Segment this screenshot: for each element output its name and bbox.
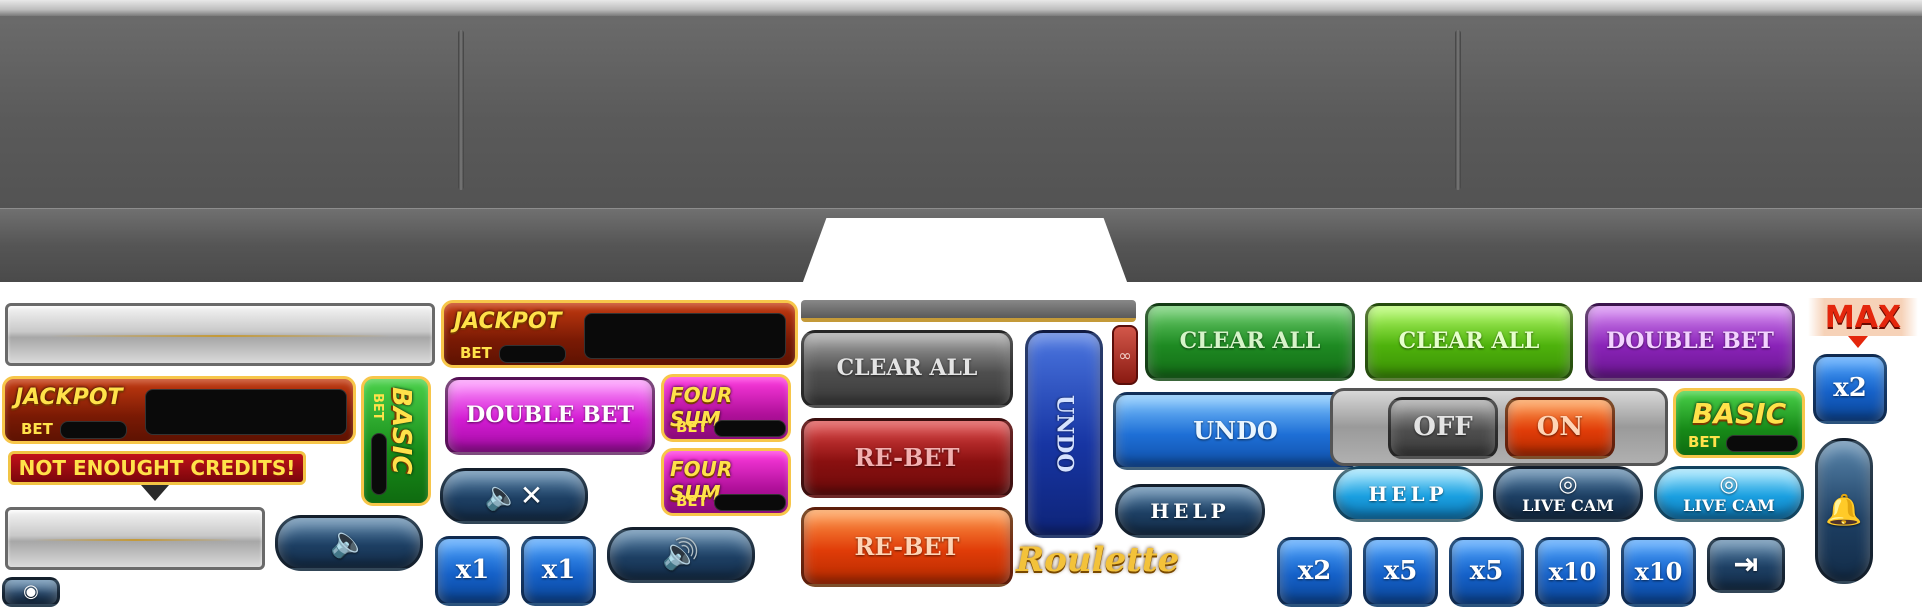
x10-label-1: x10 (1548, 557, 1597, 587)
bell-button[interactable]: 🔔 (1815, 438, 1873, 584)
four-sum-slot-2 (714, 494, 786, 511)
jackpot-title: JACKPOT (15, 385, 123, 410)
x2-label: x2 (1297, 556, 1332, 587)
clear-all-button-green[interactable]: CLEAR ALL (1145, 303, 1355, 381)
jackpot-badge-left: JACKPOT BET (2, 376, 356, 444)
jackpot-bet-label-2: BET (460, 344, 492, 362)
roulette-logo: Roulette (1016, 540, 1180, 580)
exit-icon: ⇥ (1733, 547, 1759, 583)
link-button[interactable]: ∞ (1112, 325, 1138, 385)
multiplier-x2-button[interactable]: x2 (1277, 537, 1352, 607)
speaker-icon: 🔈 (330, 525, 368, 561)
panel-divider-left (458, 30, 464, 190)
help-button-navy[interactable]: HELP (1115, 484, 1265, 538)
x1-label-2: x1 (541, 555, 576, 586)
live-cam-button-cyan[interactable]: ◎ LIVE CAM (1654, 466, 1804, 522)
undo-button-blue[interactable]: UNDO (1113, 392, 1358, 470)
eye-button[interactable]: ◉ (2, 577, 60, 607)
not-enough-credits-banner: NOT ENOUGHT CREDITS! (8, 451, 306, 485)
silver-bar-large (5, 303, 435, 366)
basic-bet-vertical[interactable]: BASIC BET (361, 376, 431, 506)
max-arrow (1848, 336, 1868, 348)
jackpot-bet-slot (60, 421, 127, 439)
x5-label-2: x5 (1469, 556, 1504, 587)
x5-label-1: x5 (1383, 556, 1418, 587)
basic-bet-label-vertical: BET (370, 393, 385, 421)
speaker-button-1[interactable]: 🔈 (275, 515, 423, 571)
off-on-toggle[interactable]: OFF ON (1330, 388, 1668, 466)
speaker-mute-icon: 🔈✕ (484, 479, 544, 513)
rebet-button-orange[interactable]: RE-BET (801, 507, 1013, 587)
basic-title: BASIC (1692, 397, 1787, 430)
warning-tail (141, 485, 169, 501)
top-panel-bevel (0, 0, 1922, 16)
panel-divider-right (1455, 30, 1461, 190)
help-label-cyan: HELP (1368, 481, 1448, 506)
help-button-cyan[interactable]: HELP (1333, 466, 1483, 522)
basic-bet-slot-vertical (371, 433, 387, 495)
basic-bet-label: BET (1688, 433, 1720, 451)
off-button[interactable]: OFF (1388, 397, 1498, 459)
four-sum-bet-label-1: BET (676, 418, 708, 436)
four-sum-badge-2: FOUR SUM BET (661, 448, 791, 516)
double-bet-button-magenta[interactable]: DOUBLE BET (445, 377, 655, 455)
four-sum-bet-label-2: BET (676, 492, 708, 510)
jackpot-value-slot-2 (584, 313, 786, 359)
live-cam-label-navy: LIVE CAM (1522, 496, 1614, 516)
multiplier-x1-button-2[interactable]: x1 (521, 536, 596, 606)
live-cam-button-navy[interactable]: ◎ LIVE CAM (1493, 466, 1643, 522)
jackpot-badge-right: JACKPOT BET (441, 300, 798, 368)
undo-label-vertical: UNDO (1051, 395, 1078, 473)
x2-label-top: x2 (1833, 373, 1867, 404)
speaker-sound-icon: 🔊 (662, 537, 700, 573)
multiplier-x5-button-1[interactable]: x5 (1363, 537, 1438, 607)
basic-bet-horizontal: BASIC BET (1673, 388, 1805, 458)
basic-title-vertical: BASIC (386, 387, 416, 475)
multiplier-x10-button-1[interactable]: x10 (1535, 537, 1610, 607)
gold-trim-bar (801, 300, 1136, 322)
exit-button[interactable]: ⇥ (1707, 537, 1785, 593)
clear-all-button-grey[interactable]: CLEAR ALL (801, 330, 1013, 408)
rebet-button-red[interactable]: RE-BET (801, 418, 1013, 498)
silver-bar-small (5, 507, 265, 570)
max-label: MAX (1824, 299, 1902, 335)
clear-all-button-lime[interactable]: CLEAR ALL (1365, 303, 1573, 381)
mute-button[interactable]: 🔈✕ (440, 468, 588, 524)
multiplier-x2-button-top[interactable]: x2 (1813, 354, 1887, 424)
undo-button-vertical[interactable]: UNDO (1025, 330, 1103, 538)
live-cam-label-cyan: LIVE CAM (1683, 496, 1775, 516)
jackpot-bet-slot-2 (499, 345, 566, 363)
speaker-sound-button[interactable]: 🔊 (607, 527, 755, 583)
max-badge[interactable]: MAX (1808, 298, 1918, 336)
four-sum-slot-1 (714, 420, 786, 437)
camera-icon: ◎ (1558, 472, 1578, 497)
on-button[interactable]: ON (1505, 397, 1615, 459)
camera-icon: ◎ (1719, 472, 1739, 497)
x10-label-2: x10 (1634, 557, 1683, 587)
multiplier-x1-button-1[interactable]: x1 (435, 536, 510, 606)
multiplier-x10-button-2[interactable]: x10 (1621, 537, 1696, 607)
jackpot-bet-label: BET (21, 420, 53, 438)
jackpot-value-slot (145, 389, 347, 435)
bell-icon: 🔔 (1825, 493, 1863, 529)
basic-bet-slot (1726, 435, 1798, 452)
link-icon: ∞ (1118, 345, 1132, 365)
double-bet-button-purple[interactable]: DOUBLE BET (1585, 303, 1795, 381)
x1-label-1: x1 (455, 555, 490, 586)
four-sum-badge-1: FOUR SUM BET (661, 374, 791, 442)
multiplier-x5-button-2[interactable]: x5 (1449, 537, 1524, 607)
panel-notch (800, 218, 1130, 290)
eye-icon: ◉ (23, 580, 39, 602)
jackpot-title-2: JACKPOT (454, 309, 562, 334)
